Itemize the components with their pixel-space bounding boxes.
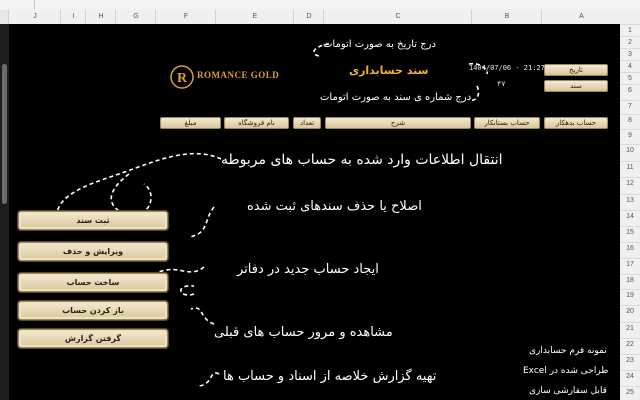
column-header-c[interactable]: C [323,10,472,24]
romance-gold-logo: R ROMANCE GOLD [169,64,280,89]
row-header[interactable]: 9 [620,129,640,142]
row-header[interactable]: 16 [620,242,640,255]
column-header-b[interactable]: B [471,10,542,24]
row-header[interactable]: 6 [620,84,640,97]
row-header[interactable]: 15 [620,226,640,239]
create-account-button[interactable]: ساخت حساب [18,273,168,292]
column-header-e[interactable]: E [215,10,294,24]
row-header[interactable]: 18 [620,274,640,287]
annotation-review: مشاهده و مرور حساب های قبلی [214,325,393,340]
select-all-corner[interactable] [0,10,8,24]
quantity-header[interactable]: تعداد [293,117,321,129]
amount-header[interactable]: مبلغ [160,117,221,129]
column-header-a[interactable]: A [541,10,621,24]
get-report-button[interactable]: گرفتن گزارش [18,329,168,348]
document-number-auto-note: درج شماره ی سند به صورت اتومات [320,92,472,103]
column-headers: J I H G F E D C B A [0,10,640,25]
creditor-account-header[interactable]: حساب بستانکار [474,117,540,129]
open-account-button[interactable]: باز کردن حساب [18,301,168,320]
column-header-f[interactable]: F [155,10,216,24]
row-header[interactable]: 23 [620,354,640,367]
logo-text: ROMANCE GOLD [197,70,280,80]
column-header-d[interactable]: D [293,10,324,24]
annotation-create: ایجاد حساب جدید در دفاتر [237,262,379,277]
vertical-scrollbar[interactable] [0,24,9,400]
footer-note-line3: قابل سفارشی سازی [529,386,607,396]
date-button[interactable]: تاریخ [544,64,608,76]
row-header[interactable]: 19 [620,289,640,302]
row-headers: 1 2 3 4 5 6 7 8 9 10 11 12 13 14 15 16 17 18 19 20 21 22 23 24 2… [619,24,640,400]
row-header[interactable]: 25 [620,386,640,399]
row-header[interactable]: 13 [620,194,640,207]
description-header[interactable]: شرح [325,117,471,129]
seller-name-header[interactable]: نام فروشگاه [224,117,289,129]
row-header[interactable]: 24 [620,370,640,383]
document-title: سند حسابداری [349,64,429,77]
row-header[interactable]: 12 [620,177,640,190]
date-auto-note: درج تاریخ به صورت اتومات [323,39,436,50]
annotation-transfer: انتقال اطلاعات وارد شده به حساب های مربو… [221,152,503,168]
worksheet: درج تاریخ به صورت اتومات سند حسابداری 14… [9,24,620,400]
logo-emblem-icon: R [170,65,194,89]
row-header[interactable]: 20 [620,305,640,318]
edit-delete-button[interactable]: ویرایش و حذف [18,242,168,261]
document-number-value: ۴۷ [497,80,506,88]
column-header-h[interactable]: H [85,10,116,24]
document-button[interactable]: سند [544,80,608,92]
row-header[interactable]: 7 [620,100,640,113]
row-header[interactable]: 10 [620,144,640,157]
annotation-edit: اصلاح یا حذف سندهای ثبت شده [247,199,422,214]
column-header-i[interactable]: I [60,10,86,24]
row-header[interactable]: 14 [620,210,640,223]
column-header-j[interactable]: J [8,10,61,24]
debtor-account-header[interactable]: حساب بدهکار [544,117,608,129]
row-header[interactable]: 17 [620,258,640,271]
row-header[interactable]: 21 [620,322,640,335]
footer-note-line2: طراحی شده در Excel [523,366,609,376]
column-header-g[interactable]: G [115,10,156,24]
row-header[interactable]: 8 [620,114,640,127]
annotation-report: تهیه گزارش خلاصه از اسناد و حساب ها [223,369,437,384]
footer-note-line1: نمونه فرم حسابداری [529,346,607,356]
svg-text:R: R [177,71,188,86]
name-box[interactable] [0,0,35,9]
scrollbar-thumb[interactable] [2,64,7,204]
row-header[interactable]: 11 [620,161,640,174]
submit-document-button[interactable]: ثبت سند [18,211,168,230]
row-header[interactable]: 22 [620,338,640,351]
